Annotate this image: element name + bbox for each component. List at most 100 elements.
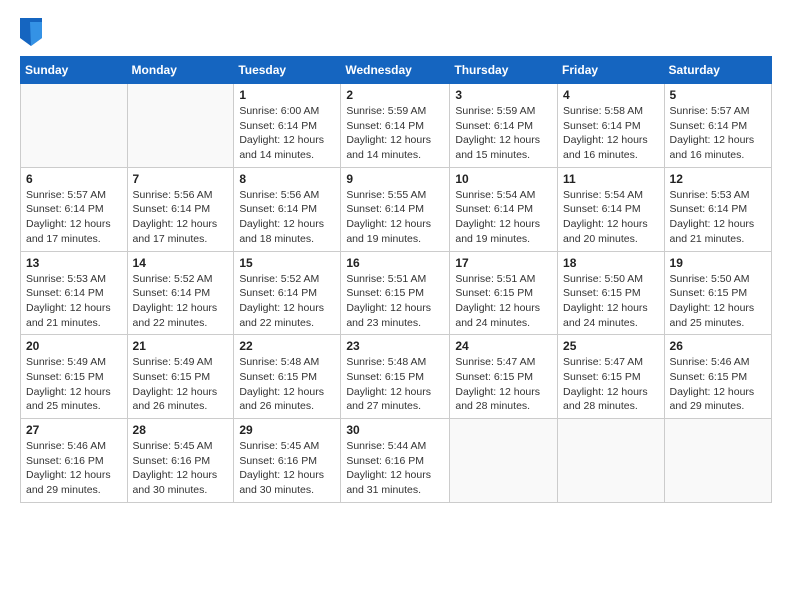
day-info: Sunrise: 5:48 AM Sunset: 6:15 PM Dayligh… [346, 355, 444, 414]
day-info: Sunrise: 5:59 AM Sunset: 6:14 PM Dayligh… [346, 104, 444, 163]
day-number: 29 [239, 423, 335, 437]
day-number: 6 [26, 172, 122, 186]
day-info: Sunrise: 5:49 AM Sunset: 6:15 PM Dayligh… [26, 355, 122, 414]
calendar-cell: 16Sunrise: 5:51 AM Sunset: 6:15 PM Dayli… [341, 251, 450, 335]
day-info: Sunrise: 5:56 AM Sunset: 6:14 PM Dayligh… [133, 188, 229, 247]
day-number: 16 [346, 256, 444, 270]
day-number: 22 [239, 339, 335, 353]
calendar-cell: 3 Sunrise: 5:59 AM Sunset: 6:14 PM Daylig… [450, 84, 558, 168]
day-number: 28 [133, 423, 229, 437]
day-number: 13 [26, 256, 122, 270]
day-info: Sunrise: 5:57 AM Sunset: 6:14 PM Dayligh… [670, 104, 766, 163]
day-info: Sunrise: 5:46 AM Sunset: 6:15 PM Dayligh… [670, 355, 766, 414]
calendar-cell: 25 Sunrise: 5:47 AM Sunset: 6:15 PM Dayli… [558, 335, 665, 419]
day-info: Sunrise: 5:50 AM Sunset: 6:15 PM Dayligh… [670, 272, 766, 331]
day-info: Sunrise: 5:47 AM Sunset: 6:15 PM Dayligh… [563, 355, 659, 414]
day-number: 7 [133, 172, 229, 186]
calendar-cell: 12 Sunrise: 5:53 AM Sunset: 6:14 PM Dayli… [664, 167, 771, 251]
day-number: 4 [563, 88, 659, 102]
weekday-header-sunday: Sunday [21, 57, 128, 84]
day-number: 2 [346, 88, 444, 102]
day-info: Sunrise: 5:53 AM Sunset: 6:14 PM Dayligh… [670, 188, 766, 247]
day-number: 10 [455, 172, 552, 186]
day-number: 19 [670, 256, 766, 270]
calendar-cell [21, 84, 128, 168]
day-number: 15 [239, 256, 335, 270]
day-info: Sunrise: 5:48 AM Sunset: 6:15 PM Dayligh… [239, 355, 335, 414]
calendar-cell: 9 Sunrise: 5:55 AM Sunset: 6:14 PM Daylig… [341, 167, 450, 251]
calendar-cell: 23Sunrise: 5:48 AM Sunset: 6:15 PM Dayli… [341, 335, 450, 419]
day-info: Sunrise: 6:00 AM Sunset: 6:14 PM Dayligh… [239, 104, 335, 163]
day-info: Sunrise: 5:51 AM Sunset: 6:15 PM Dayligh… [455, 272, 552, 331]
day-info: Sunrise: 5:59 AM Sunset: 6:14 PM Dayligh… [455, 104, 552, 163]
weekday-header-thursday: Thursday [450, 57, 558, 84]
day-info: Sunrise: 5:52 AM Sunset: 6:14 PM Dayligh… [133, 272, 229, 331]
weekday-header-friday: Friday [558, 57, 665, 84]
calendar-cell: 22 Sunrise: 5:48 AM Sunset: 6:15 PM Dayli… [234, 335, 341, 419]
day-number: 20 [26, 339, 122, 353]
weekday-header-monday: Monday [127, 57, 234, 84]
calendar-table: SundayMondayTuesdayWednesdayThursdayFrid… [20, 56, 772, 503]
day-info: Sunrise: 5:58 AM Sunset: 6:14 PM Dayligh… [563, 104, 659, 163]
calendar-cell: 24 Sunrise: 5:47 AM Sunset: 6:15 PM Dayli… [450, 335, 558, 419]
weekday-header-saturday: Saturday [664, 57, 771, 84]
calendar-cell: 13Sunrise: 5:53 AM Sunset: 6:14 PM Dayli… [21, 251, 128, 335]
weekday-header-tuesday: Tuesday [234, 57, 341, 84]
day-info: Sunrise: 5:50 AM Sunset: 6:15 PM Dayligh… [563, 272, 659, 331]
day-number: 12 [670, 172, 766, 186]
day-number: 1 [239, 88, 335, 102]
day-info: Sunrise: 5:55 AM Sunset: 6:14 PM Dayligh… [346, 188, 444, 247]
day-info: Sunrise: 5:56 AM Sunset: 6:14 PM Dayligh… [239, 188, 335, 247]
day-info: Sunrise: 5:46 AM Sunset: 6:16 PM Dayligh… [26, 439, 122, 498]
calendar-cell: 1 Sunrise: 6:00 AM Sunset: 6:14 PM Daylig… [234, 84, 341, 168]
day-info: Sunrise: 5:57 AM Sunset: 6:14 PM Dayligh… [26, 188, 122, 247]
calendar-cell: 28 Sunrise: 5:45 AM Sunset: 6:16 PM Dayli… [127, 419, 234, 503]
calendar-cell [450, 419, 558, 503]
weekday-header-row: SundayMondayTuesdayWednesdayThursdayFrid… [21, 57, 772, 84]
calendar-cell: 5 Sunrise: 5:57 AM Sunset: 6:14 PM Daylig… [664, 84, 771, 168]
week-row-1: 1 Sunrise: 6:00 AM Sunset: 6:14 PM Daylig… [21, 84, 772, 168]
calendar-cell: 20 Sunrise: 5:49 AM Sunset: 6:15 PM Dayli… [21, 335, 128, 419]
calendar-cell: 27 Sunrise: 5:46 AM Sunset: 6:16 PM Dayli… [21, 419, 128, 503]
calendar-cell: 17 Sunrise: 5:51 AM Sunset: 6:15 PM Dayli… [450, 251, 558, 335]
calendar-cell: 19 Sunrise: 5:50 AM Sunset: 6:15 PM Dayli… [664, 251, 771, 335]
calendar-cell: 15 Sunrise: 5:52 AM Sunset: 6:14 PM Dayli… [234, 251, 341, 335]
calendar-cell: 26 Sunrise: 5:46 AM Sunset: 6:15 PM Dayli… [664, 335, 771, 419]
day-number: 27 [26, 423, 122, 437]
day-info: Sunrise: 5:47 AM Sunset: 6:15 PM Dayligh… [455, 355, 552, 414]
day-number: 8 [239, 172, 335, 186]
day-number: 5 [670, 88, 766, 102]
day-info: Sunrise: 5:54 AM Sunset: 6:14 PM Dayligh… [563, 188, 659, 247]
calendar-cell [664, 419, 771, 503]
calendar-cell [127, 84, 234, 168]
logo-icon [20, 18, 42, 46]
day-info: Sunrise: 5:45 AM Sunset: 6:16 PM Dayligh… [133, 439, 229, 498]
week-row-3: 13Sunrise: 5:53 AM Sunset: 6:14 PM Dayli… [21, 251, 772, 335]
day-number: 26 [670, 339, 766, 353]
day-number: 21 [133, 339, 229, 353]
calendar-cell: 21 Sunrise: 5:49 AM Sunset: 6:15 PM Dayli… [127, 335, 234, 419]
calendar-cell: 30Sunrise: 5:44 AM Sunset: 6:16 PM Dayli… [341, 419, 450, 503]
day-number: 24 [455, 339, 552, 353]
day-info: Sunrise: 5:52 AM Sunset: 6:14 PM Dayligh… [239, 272, 335, 331]
day-number: 3 [455, 88, 552, 102]
calendar-cell: 18Sunrise: 5:50 AM Sunset: 6:15 PM Dayli… [558, 251, 665, 335]
day-number: 9 [346, 172, 444, 186]
calendar-cell: 8 Sunrise: 5:56 AM Sunset: 6:14 PM Daylig… [234, 167, 341, 251]
day-number: 25 [563, 339, 659, 353]
page: SundayMondayTuesdayWednesdayThursdayFrid… [0, 0, 792, 612]
day-number: 14 [133, 256, 229, 270]
calendar-cell: 14 Sunrise: 5:52 AM Sunset: 6:14 PM Dayli… [127, 251, 234, 335]
calendar-cell: 29 Sunrise: 5:45 AM Sunset: 6:16 PM Dayli… [234, 419, 341, 503]
week-row-2: 6 Sunrise: 5:57 AM Sunset: 6:14 PM Daylig… [21, 167, 772, 251]
logo [20, 18, 44, 46]
day-number: 17 [455, 256, 552, 270]
day-info: Sunrise: 5:49 AM Sunset: 6:15 PM Dayligh… [133, 355, 229, 414]
calendar-cell: 7 Sunrise: 5:56 AM Sunset: 6:14 PM Daylig… [127, 167, 234, 251]
day-number: 11 [563, 172, 659, 186]
calendar-cell: 6 Sunrise: 5:57 AM Sunset: 6:14 PM Daylig… [21, 167, 128, 251]
week-row-5: 27 Sunrise: 5:46 AM Sunset: 6:16 PM Dayli… [21, 419, 772, 503]
day-info: Sunrise: 5:45 AM Sunset: 6:16 PM Dayligh… [239, 439, 335, 498]
calendar-cell [558, 419, 665, 503]
day-number: 30 [346, 423, 444, 437]
